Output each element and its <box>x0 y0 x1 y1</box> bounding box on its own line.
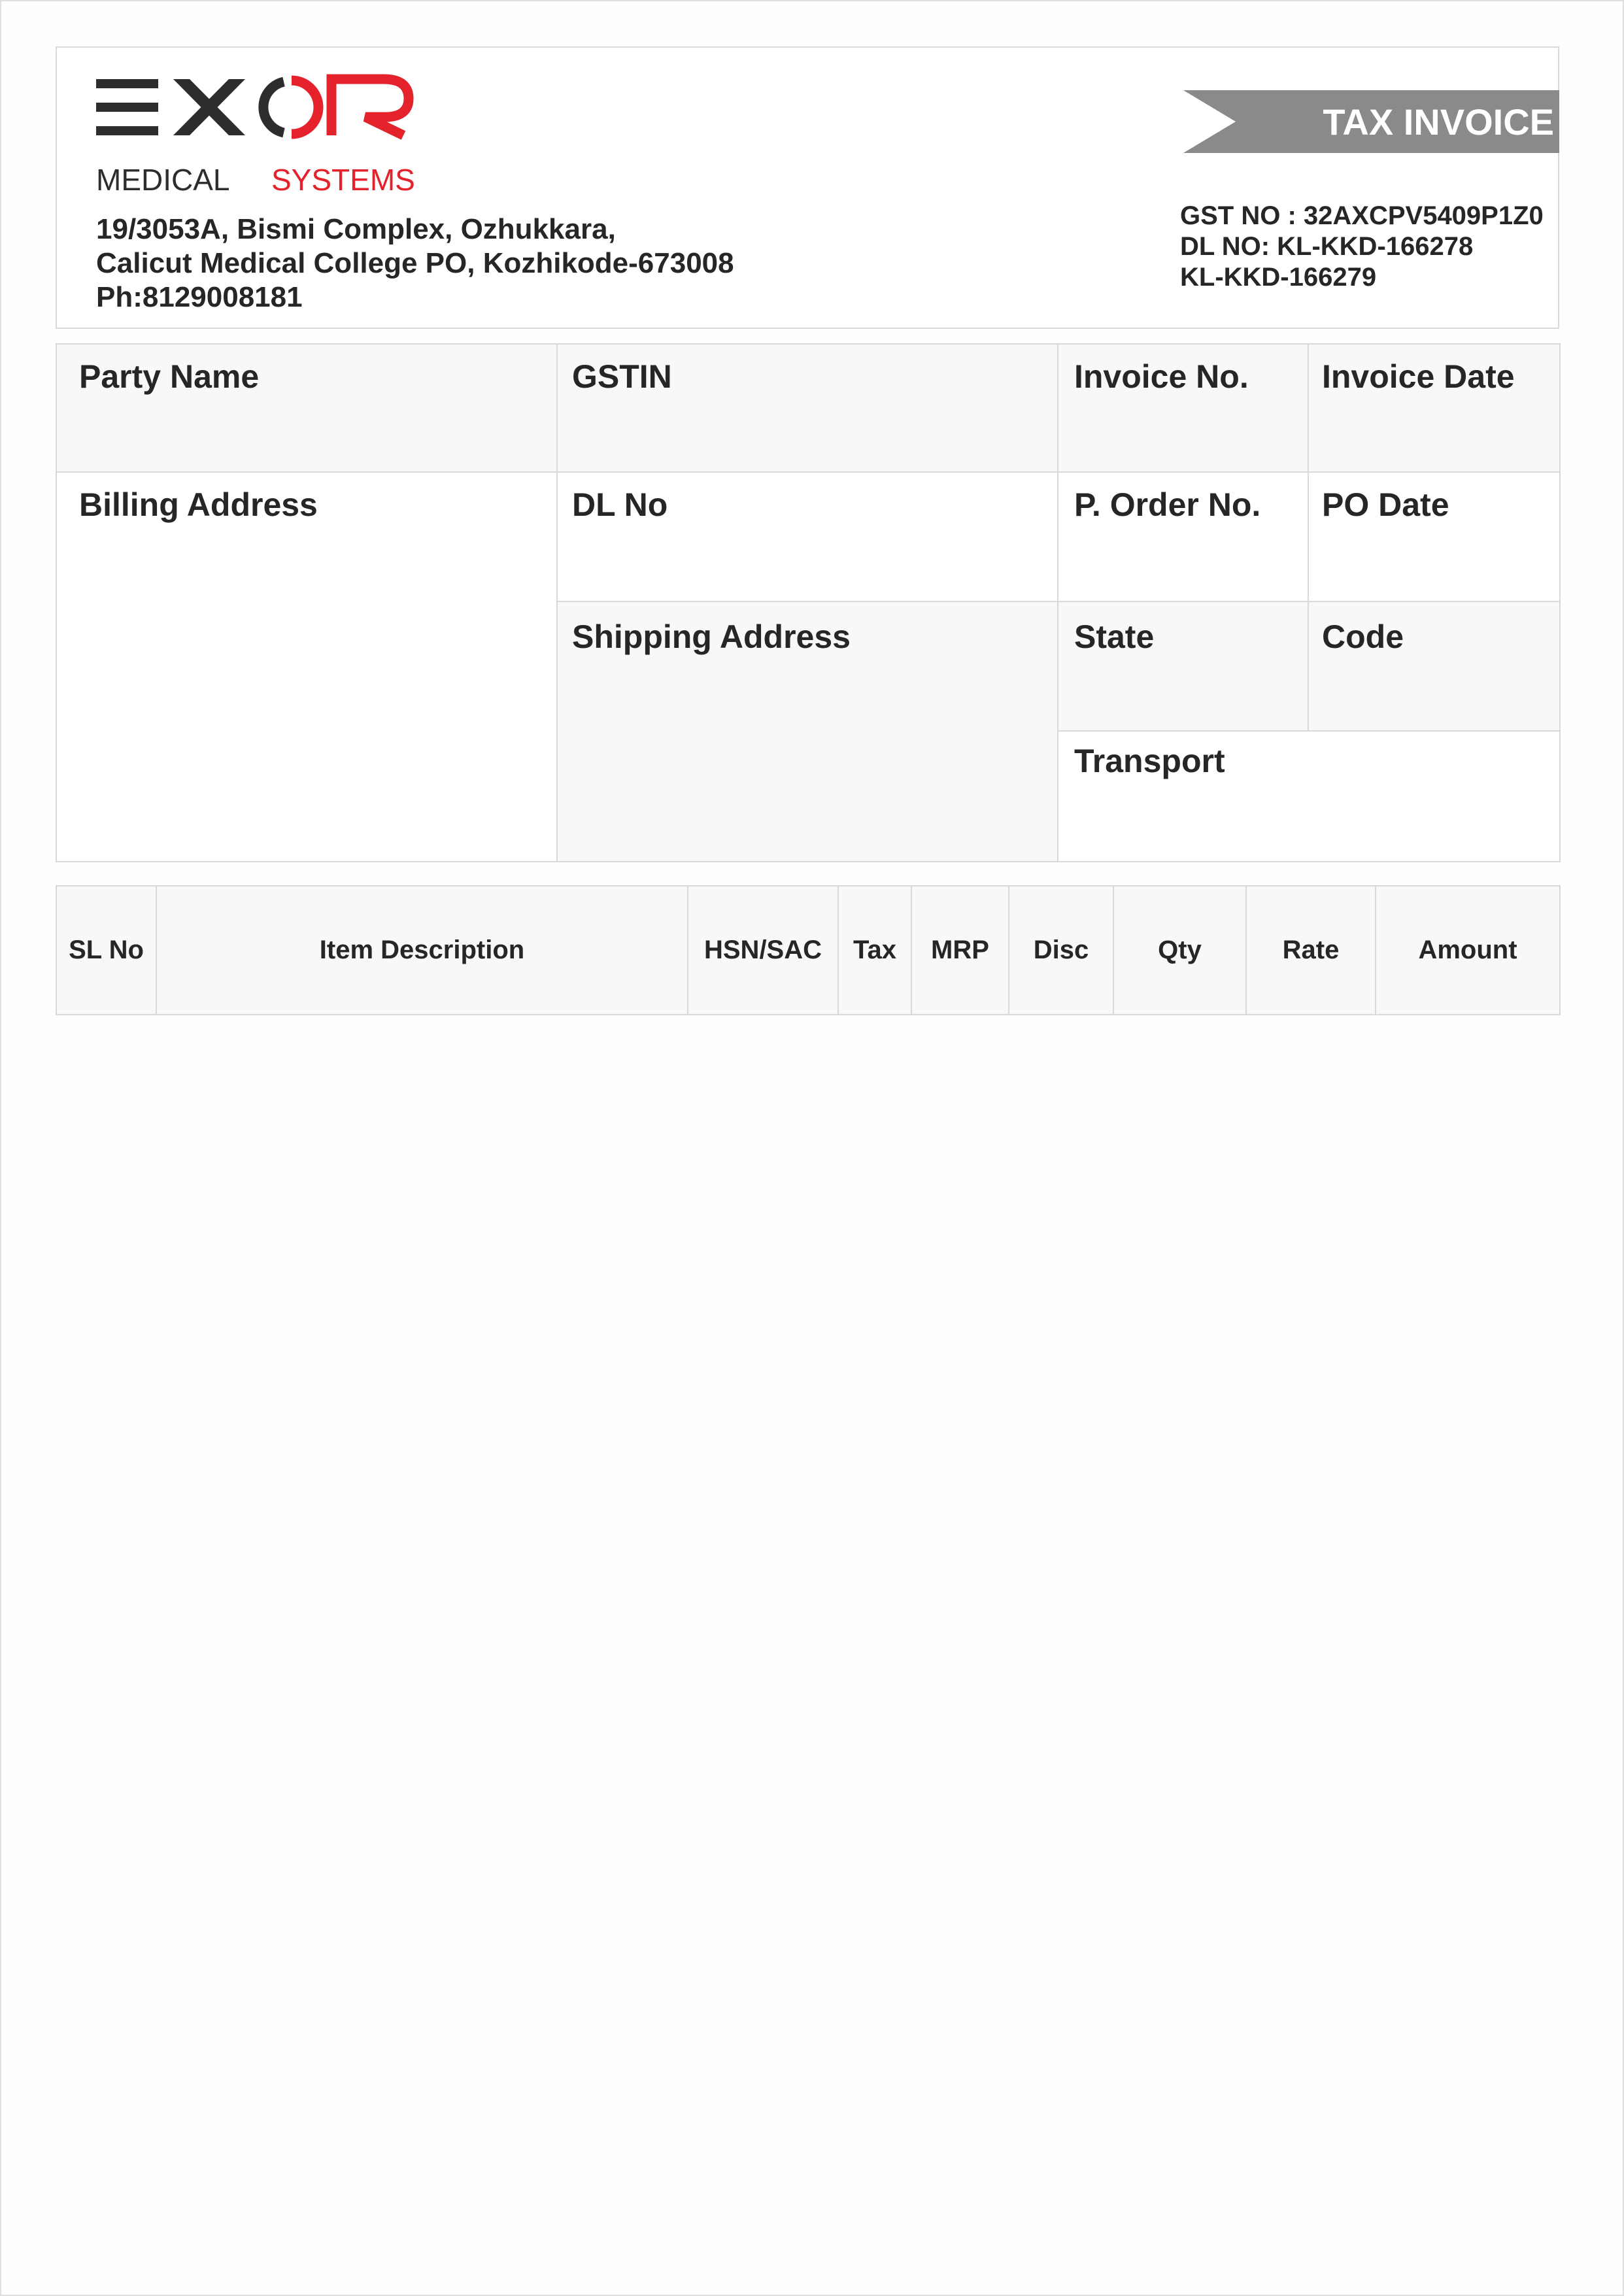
billing-address-label: Billing Address <box>79 486 318 523</box>
po-date-label: PO Date <box>1322 486 1449 523</box>
invoice-details-grid: Party Name GSTIN Invoice No. Invoice Dat… <box>56 343 1561 862</box>
po-date-field[interactable]: PO Date <box>1308 471 1561 602</box>
gstin-label: GSTIN <box>572 358 672 395</box>
col-disc: Disc <box>1009 886 1114 1014</box>
col-sl-no: SL No <box>57 886 157 1014</box>
invoice-no-field[interactable]: Invoice No. <box>1057 343 1309 473</box>
invoice-date-label: Invoice Date <box>1322 358 1515 395</box>
dl-number-1: DL NO: KL-KKD-166278 <box>1180 232 1474 261</box>
transport-label: Transport <box>1074 743 1225 779</box>
address-line-1: 19/3053A, Bismi Complex, Ozhukkara, <box>96 213 616 245</box>
col-rate: Rate <box>1247 886 1376 1014</box>
logo-sub-right: SYSTEMS <box>271 163 415 197</box>
logo-sub-left: MEDICAL <box>96 163 229 197</box>
items-table-header: SL No Item Description HSN/SAC Tax MRP D… <box>56 885 1561 1015</box>
code-field[interactable]: Code <box>1308 601 1561 732</box>
party-name-label: Party Name <box>79 358 260 395</box>
company-phone: Ph:8129008181 <box>96 281 303 313</box>
shipping-address-label: Shipping Address <box>572 618 851 655</box>
col-qty: Qty <box>1114 886 1247 1014</box>
company-address: 19/3053A, Bismi Complex, Ozhukkara, Cali… <box>96 212 734 314</box>
party-name-field[interactable]: Party Name <box>56 343 558 473</box>
col-item-description: Item Description <box>157 886 688 1014</box>
billing-address-field[interactable]: Billing Address <box>56 471 558 862</box>
p-order-no-field[interactable]: P. Order No. <box>1057 471 1309 602</box>
invoice-date-field[interactable]: Invoice Date <box>1308 343 1561 473</box>
code-label: Code <box>1322 618 1404 655</box>
col-hsn-sac: HSN/SAC <box>688 886 839 1014</box>
shipping-address-field[interactable]: Shipping Address <box>556 601 1058 862</box>
gstin-field[interactable]: GSTIN <box>556 343 1058 473</box>
state-field[interactable]: State <box>1057 601 1309 732</box>
document-title: TAX INVOICE <box>1323 101 1554 143</box>
col-mrp: MRP <box>912 886 1009 1014</box>
gst-number: GST NO : 32AXCPV5409P1Z0 <box>1180 201 1544 230</box>
registration-numbers: GST NO : 32AXCPV5409P1Z0 DL NO: KL-KKD-1… <box>1180 201 1544 293</box>
state-label: State <box>1074 618 1155 655</box>
transport-field[interactable]: Transport <box>1057 730 1561 862</box>
invoice-no-label: Invoice No. <box>1074 358 1249 395</box>
dl-no-label: DL No <box>572 486 668 523</box>
p-order-no-label: P. Order No. <box>1074 486 1261 523</box>
dl-number-2: KL-KKD-166279 <box>1180 263 1377 292</box>
col-tax: Tax <box>839 886 912 1014</box>
address-line-2: Calicut Medical College PO, Kozhikode-67… <box>96 247 734 279</box>
col-amount: Amount <box>1418 936 1517 964</box>
invoice-header: MEDICAL SYSTEMS 19/3053A, Bismi Complex,… <box>56 46 1559 329</box>
dl-no-field[interactable]: DL No <box>556 471 1058 602</box>
